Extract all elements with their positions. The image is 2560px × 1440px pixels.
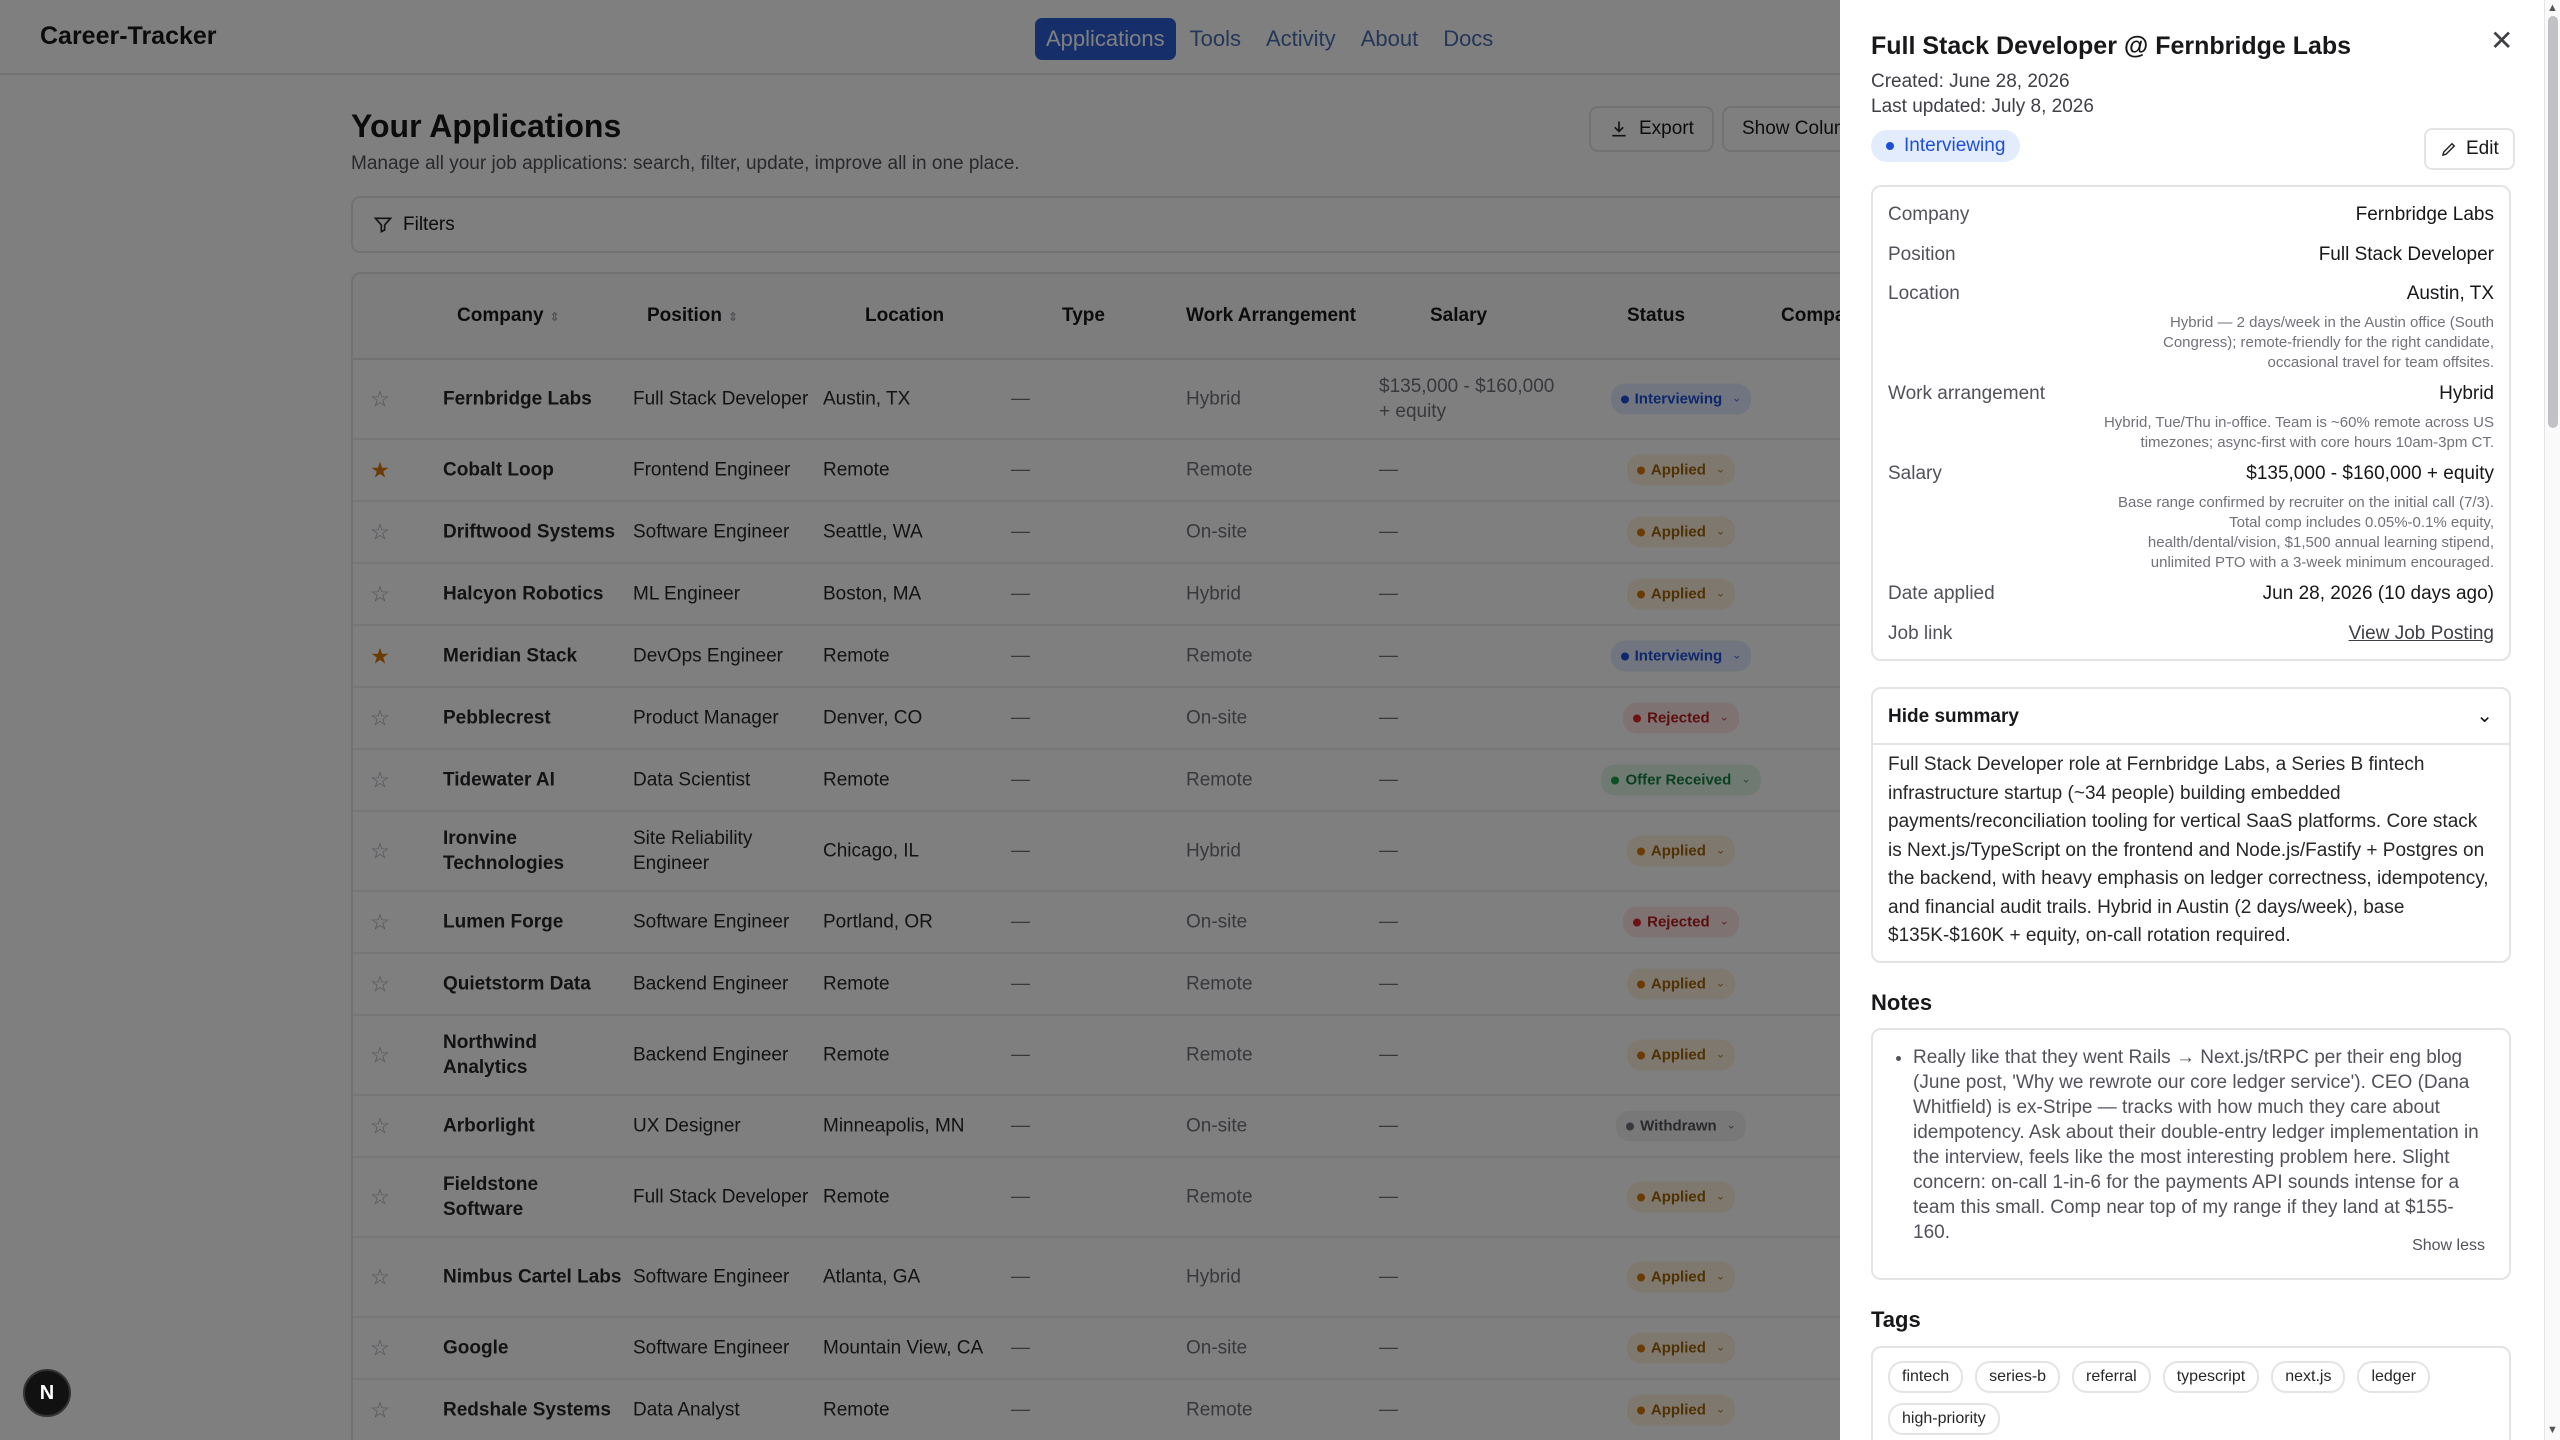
tag-chip[interactable]: high-priority [1888,1403,2000,1435]
close-icon[interactable]: ✕ [2490,24,2513,57]
tag-chip[interactable]: typescript [2162,1361,2260,1393]
tag-chip[interactable]: next.js [2271,1361,2346,1393]
notes-title: Notes [1871,990,1933,1015]
summary-toggle[interactable]: Hide summary ⌄ [1873,689,2509,745]
summary-card: Hide summary ⌄ Full Stack Developer role… [1871,687,2511,963]
view-job-posting-link[interactable]: View Job Posting [2349,623,2494,645]
created-date: Created: June 28, 2026 [1871,71,2070,92]
scroll-up-icon[interactable]: ▲ [2547,2,2558,14]
dev-tools-button[interactable]: N [23,1369,71,1417]
notes-list: Really like that they went Rails → Next.… [1913,1045,2485,1245]
tags-title: Tags [1871,1307,1921,1332]
notes-card: Really like that they went Rails → Next.… [1871,1028,2511,1280]
tags-card: fintech series-b referral typescript next.js… [1871,1346,2511,1440]
details-card: Company Fernbridge Labs Position Full St… [1871,185,2511,661]
tag-chip[interactable]: fintech [1888,1361,1964,1393]
updated-date: Last updated: July 8, 2026 [1871,96,2094,117]
note-item: Really like that they went Rails → Next.… [1913,1045,2485,1245]
tag-chip[interactable]: series-b [1975,1361,2061,1393]
panel-scrollbar[interactable]: ▲ ▼ [2544,0,2560,1440]
tag-chip[interactable]: ledger [2357,1361,2430,1393]
status-label: Interviewing [1904,135,2006,156]
status-dot-icon [1886,142,1894,150]
panel-title: Full Stack Developer @ Fernbridge Labs [1871,32,2352,60]
edit-label: Edit [2466,138,2499,159]
summary-text: Full Stack Developer role at Fernbridge … [1888,754,2489,946]
scroll-down-icon[interactable]: ▼ [2547,1424,2558,1436]
scroll-thumb[interactable] [2548,16,2558,428]
edit-button[interactable]: Edit [2424,128,2515,170]
tag-list: fintech series-b referral typescript next.js… [1888,1361,2494,1435]
show-less-button[interactable]: Show less [2412,1237,2485,1255]
tag-chip[interactable]: referral [2072,1361,2151,1393]
status-badge: Interviewing [1871,130,2021,162]
pencil-icon [2441,142,2456,157]
chevron-down-icon: ⌄ [2476,705,2493,727]
